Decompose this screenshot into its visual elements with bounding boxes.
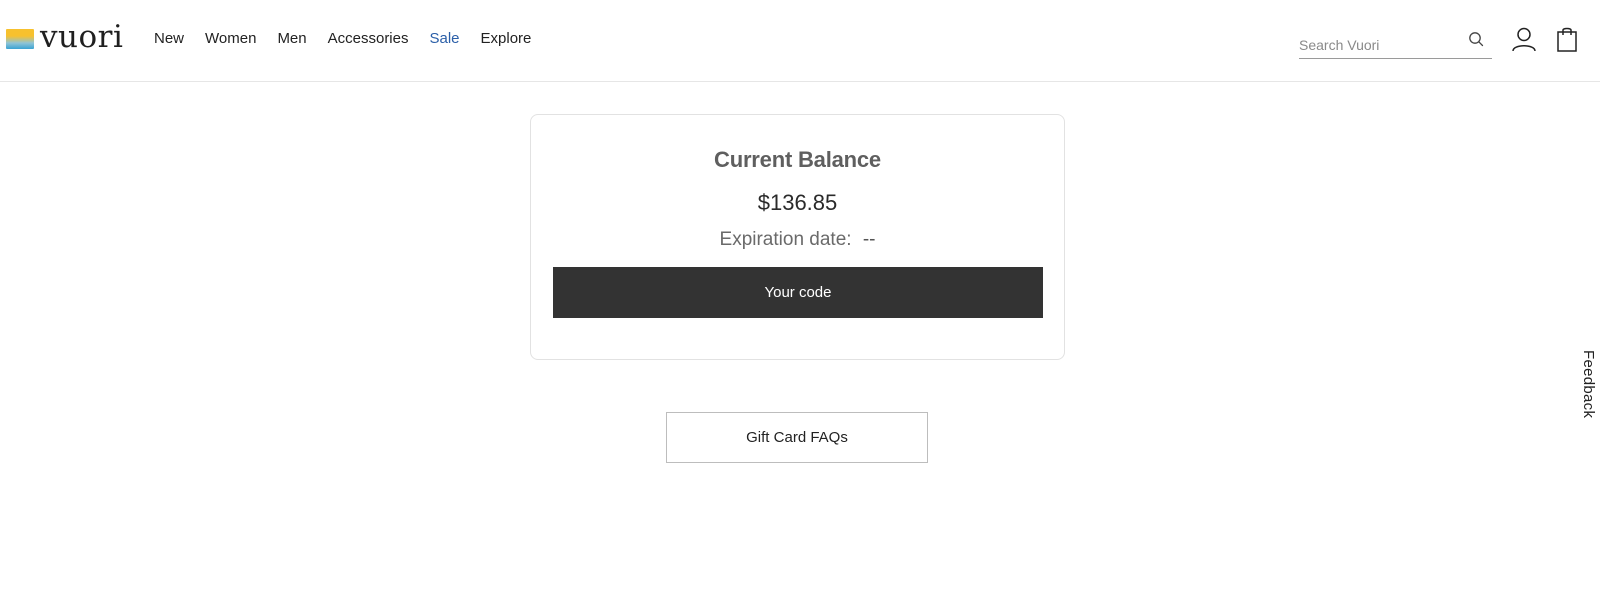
search-icon[interactable] <box>1468 31 1484 47</box>
nav-item-explore[interactable]: Explore <box>481 28 532 50</box>
nav-item-accessories[interactable]: Accessories <box>328 28 409 50</box>
vuori-logo[interactable]: vuori <box>6 22 123 56</box>
search-bar <box>1299 26 1492 59</box>
balance-title: Current Balance <box>714 147 881 172</box>
main-nav: New Women Men Accessories Sale Explore <box>154 28 531 50</box>
account-icon[interactable] <box>1511 26 1537 52</box>
logo-wordmark: vuori <box>40 19 124 55</box>
nav-item-sale[interactable]: Sale <box>429 28 459 50</box>
expiration-label: Expiration date: <box>719 229 852 250</box>
expiration-value: -- <box>862 229 876 250</box>
gift-card-faqs-button[interactable]: Gift Card FAQs <box>666 412 928 463</box>
expiration-row: Expiration date: -- <box>531 229 1064 251</box>
balance-card: Current Balance $136.85 Expiration date:… <box>530 114 1065 360</box>
site-header: vuori New Women Men Accessories Sale Exp… <box>0 0 1600 82</box>
shopping-bag-icon[interactable] <box>1556 26 1578 52</box>
nav-item-men[interactable]: Men <box>277 28 306 50</box>
search-input[interactable] <box>1299 32 1459 58</box>
nav-item-new[interactable]: New <box>154 28 184 50</box>
feedback-tab[interactable]: Feedback <box>1578 350 1600 419</box>
your-code-button[interactable]: Your code <box>553 267 1043 318</box>
logo-mark-icon <box>6 29 34 49</box>
feedback-label: Feedback <box>1580 350 1597 419</box>
balance-amount: $136.85 <box>757 190 838 215</box>
nav-item-women[interactable]: Women <box>205 28 256 50</box>
